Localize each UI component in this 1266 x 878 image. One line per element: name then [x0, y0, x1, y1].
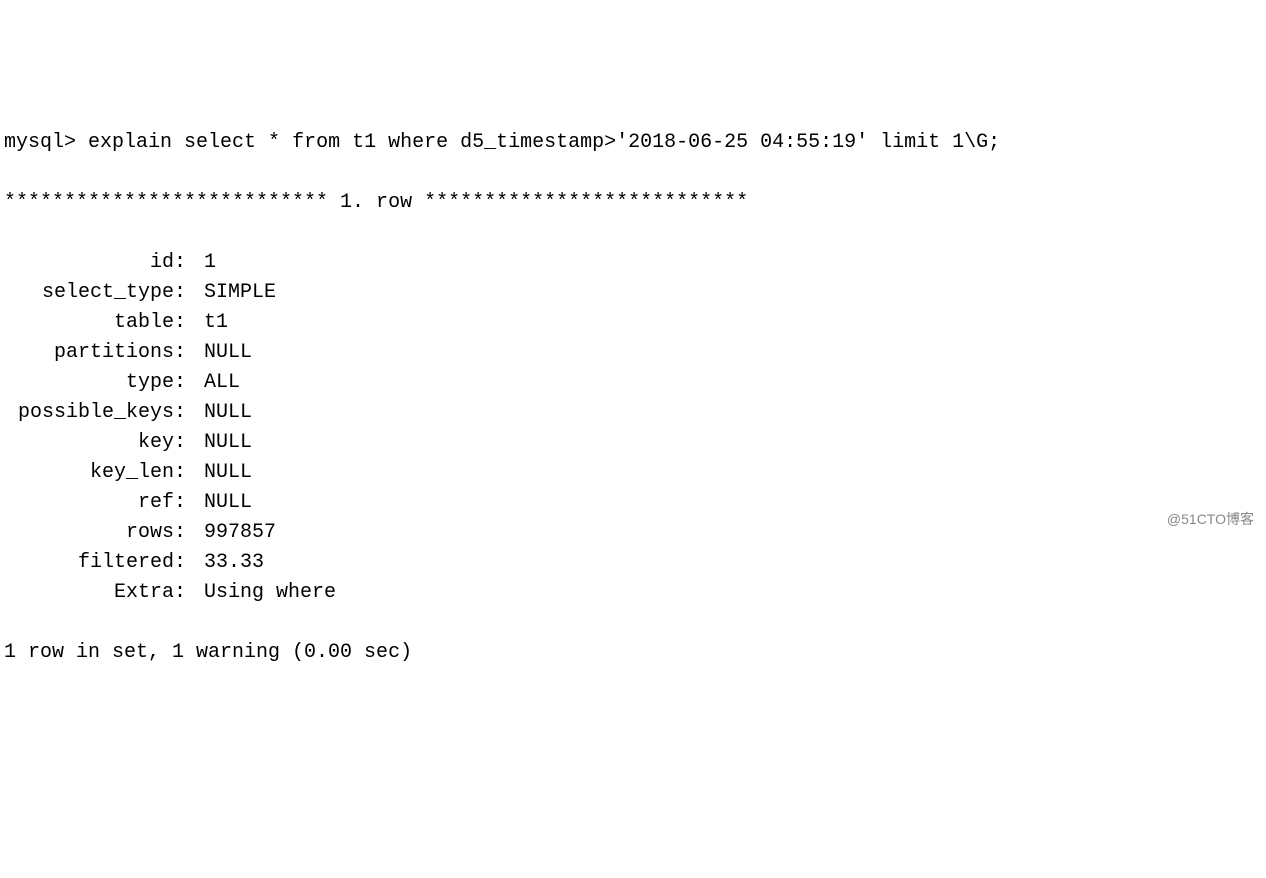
field-separator: :	[174, 398, 204, 428]
field-separator: :	[174, 368, 204, 398]
field-separator: :	[174, 458, 204, 488]
explain-field-row: key_len: NULL	[4, 458, 1262, 488]
explain-field-row: id: 1	[4, 248, 1262, 278]
field-label: partitions	[4, 338, 174, 368]
explain-field-row: filtered: 33.33	[4, 548, 1262, 578]
field-value: 33.33	[204, 548, 264, 578]
sql-command: explain select * from t1 where d5_timest…	[88, 131, 1000, 154]
field-separator: :	[174, 548, 204, 578]
row-header: *************************** 1. row *****…	[4, 188, 1262, 218]
field-label: key_len	[4, 458, 174, 488]
explain-field-row: type: ALL	[4, 368, 1262, 398]
field-value: Using where	[204, 578, 336, 608]
explain-field-row: Extra: Using where	[4, 578, 1262, 608]
explain-field-row: select_type: SIMPLE	[4, 278, 1262, 308]
field-label: possible_keys	[4, 398, 174, 428]
field-separator: :	[174, 518, 204, 548]
explain-field-row: key: NULL	[4, 428, 1262, 458]
field-separator: :	[174, 248, 204, 278]
field-label: key	[4, 428, 174, 458]
explain-field-row: table: t1	[4, 308, 1262, 338]
field-value: SIMPLE	[204, 278, 276, 308]
field-label: type	[4, 368, 174, 398]
field-value: NULL	[204, 338, 252, 368]
field-separator: :	[174, 428, 204, 458]
explain-field-row: ref: NULL	[4, 488, 1262, 518]
field-value: t1	[204, 308, 228, 338]
field-label: select_type	[4, 278, 174, 308]
field-label: table	[4, 308, 174, 338]
field-label: rows	[4, 518, 174, 548]
field-separator: :	[174, 338, 204, 368]
watermark: @51CTO博客	[1167, 509, 1254, 530]
field-value: ALL	[204, 368, 240, 398]
field-separator: :	[174, 278, 204, 308]
explain-field-row: possible_keys: NULL	[4, 398, 1262, 428]
field-separator: :	[174, 308, 204, 338]
field-value: 1	[204, 248, 216, 278]
field-separator: :	[174, 488, 204, 518]
field-label: filtered	[4, 548, 174, 578]
field-value: NULL	[204, 488, 252, 518]
result-footer: 1 row in set, 1 warning (0.00 sec)	[4, 638, 1262, 668]
field-label: ref	[4, 488, 174, 518]
prompt: mysql>	[4, 131, 76, 154]
field-value: NULL	[204, 398, 252, 428]
field-separator: :	[174, 578, 204, 608]
explain-field-row: rows: 997857	[4, 518, 1262, 548]
explain-field-row: partitions: NULL	[4, 338, 1262, 368]
field-value: NULL	[204, 428, 252, 458]
field-label: Extra	[4, 578, 174, 608]
field-value: 997857	[204, 518, 276, 548]
explain-output: id: 1select_type: SIMPLEtable: t1partiti…	[4, 248, 1262, 608]
command-line[interactable]: mysql> explain select * from t1 where d5…	[4, 128, 1262, 158]
field-value: NULL	[204, 458, 252, 488]
field-label: id	[4, 248, 174, 278]
